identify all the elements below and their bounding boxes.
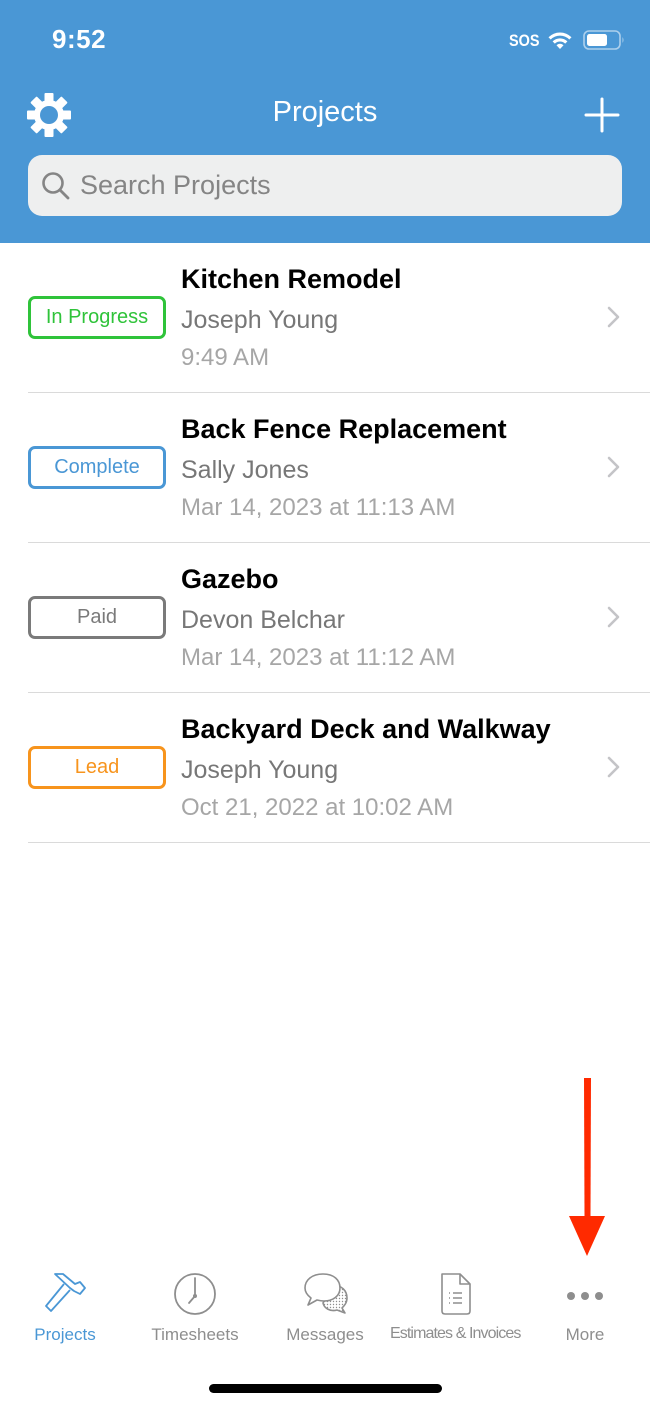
- project-client: Sally Jones: [181, 456, 309, 484]
- project-client: Joseph Young: [181, 756, 339, 784]
- project-client: Joseph Young: [181, 306, 339, 334]
- status-badge: Lead: [28, 746, 166, 789]
- project-date: Mar 14, 2023 at 11:13 AM: [181, 494, 456, 521]
- tab-label: Projects: [34, 1325, 96, 1344]
- more-dots-icon: [567, 1292, 603, 1300]
- chevron-right-icon: [607, 756, 620, 778]
- chevron-right-icon: [607, 306, 620, 328]
- project-row[interactable]: Lead Backyard Deck and Walkway Joseph Yo…: [0, 693, 650, 843]
- tab-estimates-invoices[interactable]: Estimates & Invoices: [390, 1262, 521, 1352]
- battery-icon: [583, 30, 624, 50]
- project-client: Devon Belchar: [181, 606, 345, 634]
- project-title: Gazebo: [181, 564, 279, 594]
- status-badge: Paid: [28, 596, 166, 639]
- project-date: 9:49 AM: [181, 344, 270, 371]
- search-icon: [42, 172, 70, 200]
- tab-more[interactable]: More: [520, 1262, 650, 1352]
- document-list-icon: [441, 1273, 471, 1315]
- tab-label: Estimates & Invoices: [390, 1325, 521, 1342]
- tab-bar: Projects Timesheets Messages Estimates &…: [0, 1262, 650, 1352]
- project-title: Back Fence Replacement: [181, 414, 507, 444]
- status-carrier: SOS: [509, 31, 540, 50]
- tab-label: More: [565, 1325, 605, 1344]
- search-input[interactable]: [80, 155, 610, 216]
- annotation-arrow-down-icon: [569, 1078, 605, 1256]
- add-project-plus-icon[interactable]: [584, 97, 620, 133]
- wifi-icon: [548, 32, 572, 49]
- tab-timesheets[interactable]: Timesheets: [130, 1262, 260, 1352]
- tab-label: Timesheets: [151, 1325, 239, 1344]
- search-bar[interactable]: [28, 155, 622, 216]
- project-row[interactable]: Complete Back Fence Replacement Sally Jo…: [0, 393, 650, 543]
- project-date: Oct 21, 2022 at 10:02 AM: [181, 794, 454, 821]
- hammer-icon: [45, 1273, 86, 1312]
- header: 9:52 SOS Projects: [0, 0, 650, 243]
- settings-gear-icon[interactable]: [26, 92, 72, 138]
- page-title: Projects: [272, 96, 378, 128]
- tab-label: Messages: [286, 1325, 364, 1344]
- chevron-right-icon: [607, 606, 620, 628]
- chat-bubbles-icon: [304, 1273, 348, 1314]
- tab-messages[interactable]: Messages: [260, 1262, 390, 1352]
- status-time: 9:52: [52, 24, 107, 54]
- project-date: Mar 14, 2023 at 11:12 AM: [181, 644, 456, 671]
- project-list: In Progress Kitchen Remodel Joseph Young…: [0, 243, 650, 843]
- project-row[interactable]: In Progress Kitchen Remodel Joseph Young…: [0, 243, 650, 393]
- chevron-right-icon: [607, 456, 620, 478]
- status-badge: In Progress: [28, 296, 166, 339]
- project-row[interactable]: Paid Gazebo Devon Belchar Mar 14, 2023 a…: [0, 543, 650, 693]
- tab-projects[interactable]: Projects: [0, 1262, 130, 1352]
- home-indicator[interactable]: [209, 1384, 442, 1393]
- project-title: Kitchen Remodel: [181, 264, 402, 294]
- clock-icon: [174, 1273, 216, 1315]
- status-badge: Complete: [28, 446, 166, 489]
- project-title: Backyard Deck and Walkway: [181, 714, 551, 744]
